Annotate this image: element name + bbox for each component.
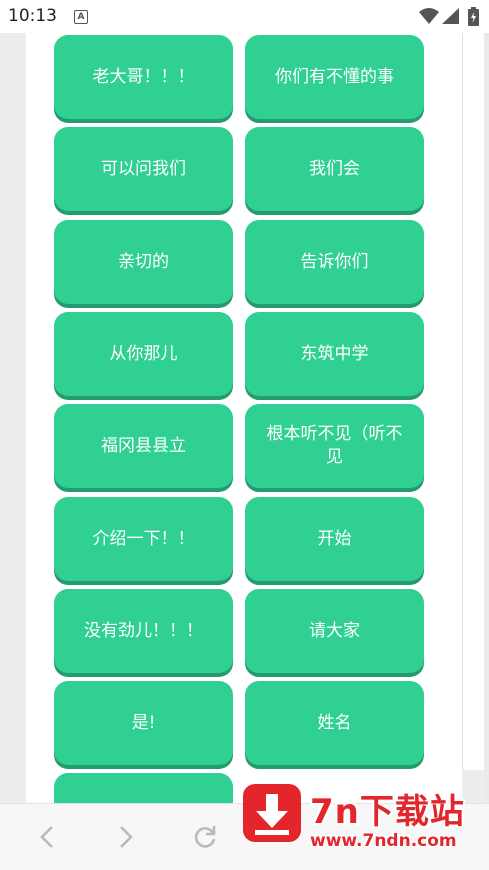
wifi-icon <box>419 8 439 24</box>
page-edge <box>484 33 489 803</box>
phrase-button[interactable]: 东筑中学 <box>245 312 424 396</box>
watermark: 7n下载站 www.7ndn.com <box>240 776 480 856</box>
phrase-button[interactable]: 介绍一下！！ <box>54 497 233 581</box>
phrase-button[interactable]: 没有劲儿！！！ <box>54 589 233 673</box>
phrase-button[interactable]: 开始 <box>245 497 424 581</box>
status-bar: 10:13 A <box>0 0 489 33</box>
a-icon: A <box>74 10 88 24</box>
phrase-button[interactable]: 从你那儿 <box>54 312 233 396</box>
phrase-button[interactable]: 告诉你们 <box>245 220 424 304</box>
phrase-button[interactable]: 请大家 <box>245 589 424 673</box>
watermark-url: www.7ndn.com <box>310 831 457 851</box>
phrase-button[interactable]: 根本听不见（听不见 <box>245 404 424 488</box>
status-time: 10:13 <box>8 6 57 26</box>
phrase-button[interactable] <box>54 773 233 803</box>
phrase-button[interactable]: 是! <box>54 681 233 765</box>
signal-icon <box>442 8 459 24</box>
phrase-button[interactable]: 老大哥！！！ <box>54 35 233 119</box>
phrase-button[interactable]: 亲切的 <box>54 220 233 304</box>
phrase-button[interactable]: 我们会 <box>245 127 424 211</box>
watermark-title: 7n下载站 <box>310 792 465 832</box>
battery-icon <box>468 7 479 26</box>
phrase-button[interactable]: 可以问我们 <box>54 127 233 211</box>
phrase-button[interactable]: 你们有不懂的事 <box>245 35 424 119</box>
phrase-button[interactable]: 姓名 <box>245 681 424 765</box>
download-arrow-icon <box>243 784 301 842</box>
reload-icon[interactable] <box>190 822 220 852</box>
phrase-button[interactable]: 福冈县县立 <box>54 404 233 488</box>
chevron-right-icon[interactable] <box>110 822 140 852</box>
chevron-left-icon[interactable] <box>33 822 63 852</box>
